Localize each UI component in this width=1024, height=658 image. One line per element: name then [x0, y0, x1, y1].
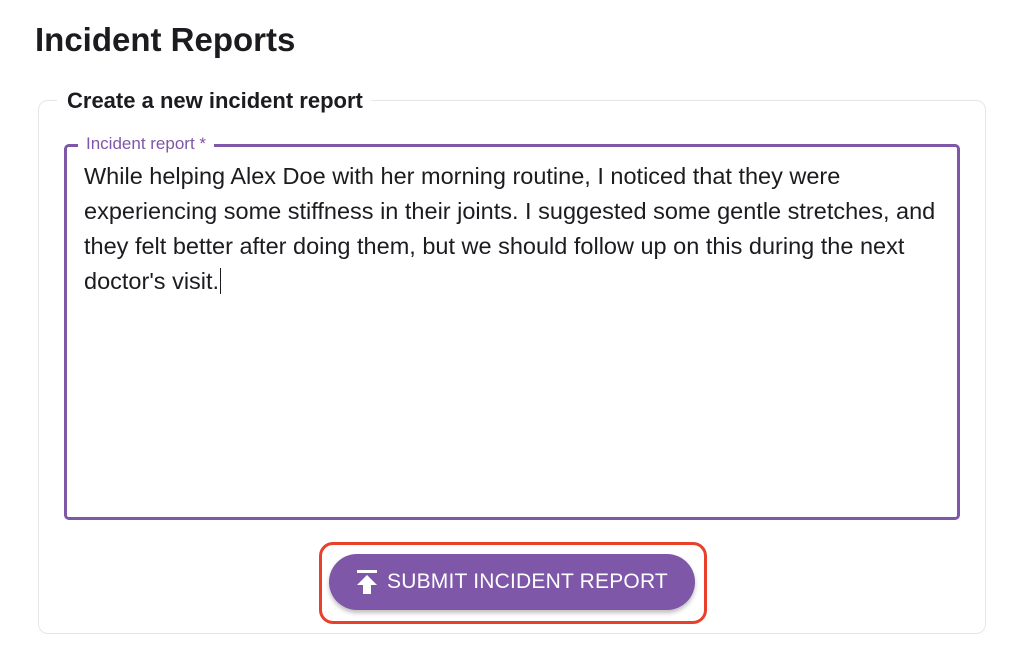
- incident-report-field[interactable]: Incident report * While helping Alex Doe…: [64, 134, 960, 520]
- incident-report-label: Incident report *: [78, 134, 215, 154]
- submit-button-label: SUBMIT INCIDENT REPORT: [387, 570, 668, 593]
- page-title: Incident Reports: [35, 21, 296, 58]
- form-legend: Create a new incident report: [57, 88, 371, 114]
- submit-incident-report-button[interactable]: SUBMIT INCIDENT REPORT: [329, 554, 695, 610]
- incident-report-form-card: Create a new incident report Incident re…: [38, 88, 986, 634]
- incident-report-text: While helping Alex Doe with her morning …: [84, 163, 936, 294]
- incident-report-textarea[interactable]: While helping Alex Doe with her morning …: [84, 159, 954, 299]
- upload-icon: [357, 570, 378, 594]
- text-cursor: [220, 268, 222, 294]
